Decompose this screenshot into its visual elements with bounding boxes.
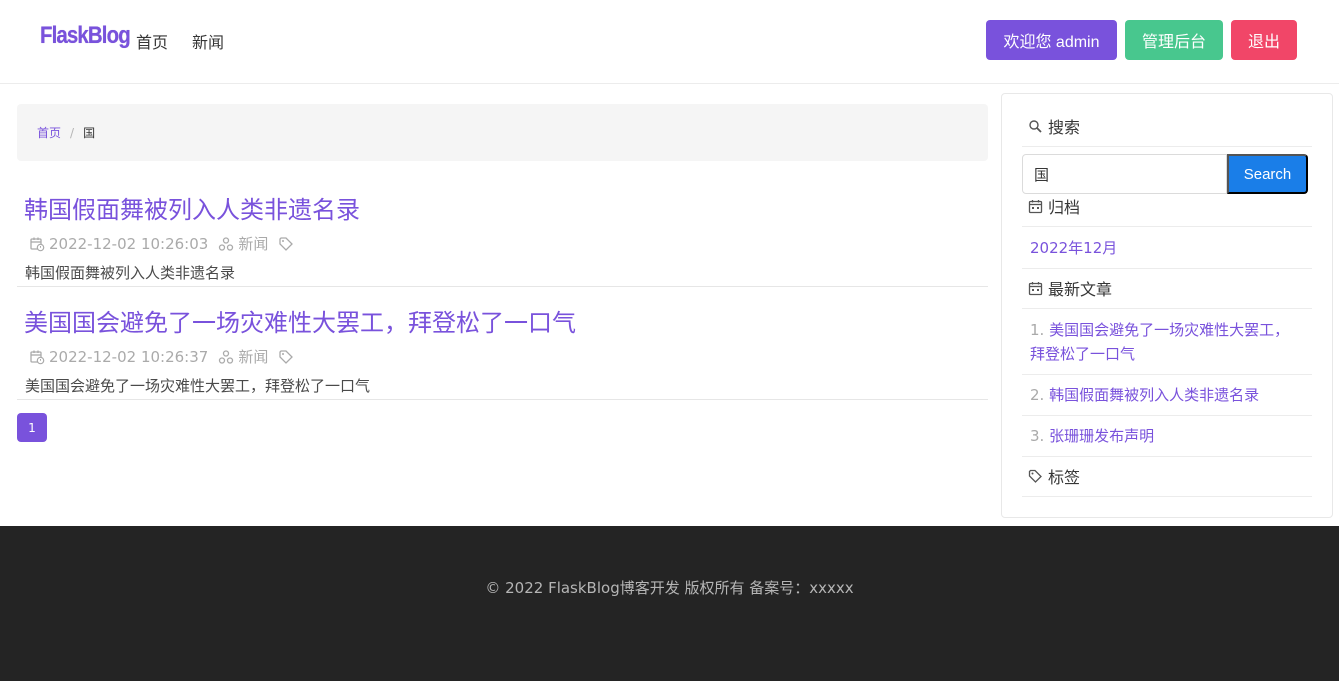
latest-item-title: 韩国假面舞被列入人类非遗名录 <box>1049 386 1260 404</box>
breadcrumb: 首页 / 国 <box>17 104 988 161</box>
category-icon <box>218 236 234 252</box>
calendar-icon <box>1028 199 1043 214</box>
tag-icon <box>1028 469 1043 484</box>
post-summary: 美国国会避免了一场灾难性大罢工，拜登松了一口气 <box>25 377 371 395</box>
pagination-page-button[interactable]: 1 <box>17 413 47 442</box>
latest-item-number: 1. <box>1030 321 1045 339</box>
latest-item-number: 2. <box>1030 386 1045 404</box>
welcome-user-button[interactable]: 欢迎您 admin <box>986 20 1117 60</box>
calendar-clock-icon <box>29 236 45 252</box>
nav-link-news[interactable]: 新闻 <box>192 29 224 53</box>
latest-heading-label: 最新文章 <box>1048 280 1113 299</box>
post-datetime: 2022-12-02 10:26:37 <box>49 347 209 366</box>
archive-heading: 归档 <box>1022 186 1312 227</box>
tag-icon <box>278 236 294 252</box>
latest-item[interactable]: 3. 张珊珊发布声明 <box>1022 424 1312 457</box>
breadcrumb-home[interactable]: 首页 <box>37 124 61 141</box>
admin-panel-button[interactable]: 管理后台 <box>1125 20 1223 60</box>
post-item: 美国国会避免了一场灾难性大罢工，拜登松了一口气 2022-12-02 10:26… <box>17 303 988 400</box>
latest-item[interactable]: 2. 韩国假面舞被列入人类非遗名录 <box>1022 383 1312 416</box>
breadcrumb-separator: / <box>70 125 75 140</box>
latest-item-title: 张珊珊发布声明 <box>1049 427 1155 445</box>
post-summary: 韩国假面舞被列入人类非遗名录 <box>25 264 236 282</box>
latest-heading: 最新文章 <box>1022 268 1312 309</box>
post-category[interactable]: 新闻 <box>238 233 268 254</box>
post-title[interactable]: 美国国会避免了一场灾难性大罢工，拜登松了一口气 <box>24 303 576 338</box>
latest-item-number: 3. <box>1030 427 1045 445</box>
post-item: 韩国假面舞被列入人类非遗名录 2022-12-02 10:26:03 新闻 韩国… <box>17 190 988 287</box>
post-title[interactable]: 韩国假面舞被列入人类非遗名录 <box>24 190 360 225</box>
category-icon <box>218 349 234 365</box>
nav-link-home[interactable]: 首页 <box>136 29 168 53</box>
logout-button[interactable]: 退出 <box>1231 20 1297 60</box>
search-heading-label: 搜索 <box>1048 118 1081 137</box>
latest-item-title: 美国国会避免了一场灾难性大罢工，拜登松了一口气 <box>1030 321 1290 363</box>
sidebar: 搜索 国 Search 归档 2022年12月 最新文章 1. 美国国会避免了一… <box>1001 93 1333 518</box>
post-datetime: 2022-12-02 10:26:03 <box>49 234 209 253</box>
archive-heading-label: 归档 <box>1048 198 1081 217</box>
tags-heading: 标签 <box>1022 456 1312 497</box>
post-category[interactable]: 新闻 <box>238 346 268 367</box>
footer-copyright: © 2022 FlaskBlog博客开发 版权所有 备案号：xxxxx <box>485 579 854 597</box>
brand-logo[interactable]: FlaskBlog <box>40 22 131 50</box>
post-meta: 2022-12-02 10:26:37 新闻 <box>29 346 298 367</box>
calendar-clock-icon <box>29 349 45 365</box>
footer: © 2022 FlaskBlog博客开发 版权所有 备案号：xxxxx <box>0 526 1339 681</box>
calendar-icon <box>1028 281 1043 296</box>
latest-item[interactable]: 1. 美国国会避免了一场灾难性大罢工，拜登松了一口气 <box>1022 318 1312 375</box>
post-meta: 2022-12-02 10:26:03 新闻 <box>29 233 298 254</box>
tag-icon <box>278 349 294 365</box>
search-input-value: 国 <box>1034 165 1050 184</box>
navbar: FlaskBlog 首页 新闻 欢迎您 admin 管理后台 退出 <box>0 0 1339 84</box>
tags-heading-label: 标签 <box>1048 468 1081 487</box>
search-heading: 搜索 <box>1022 106 1312 147</box>
breadcrumb-current: 国 <box>83 126 96 140</box>
archive-item[interactable]: 2022年12月 <box>1022 228 1312 269</box>
magnifier-icon <box>1028 119 1043 134</box>
